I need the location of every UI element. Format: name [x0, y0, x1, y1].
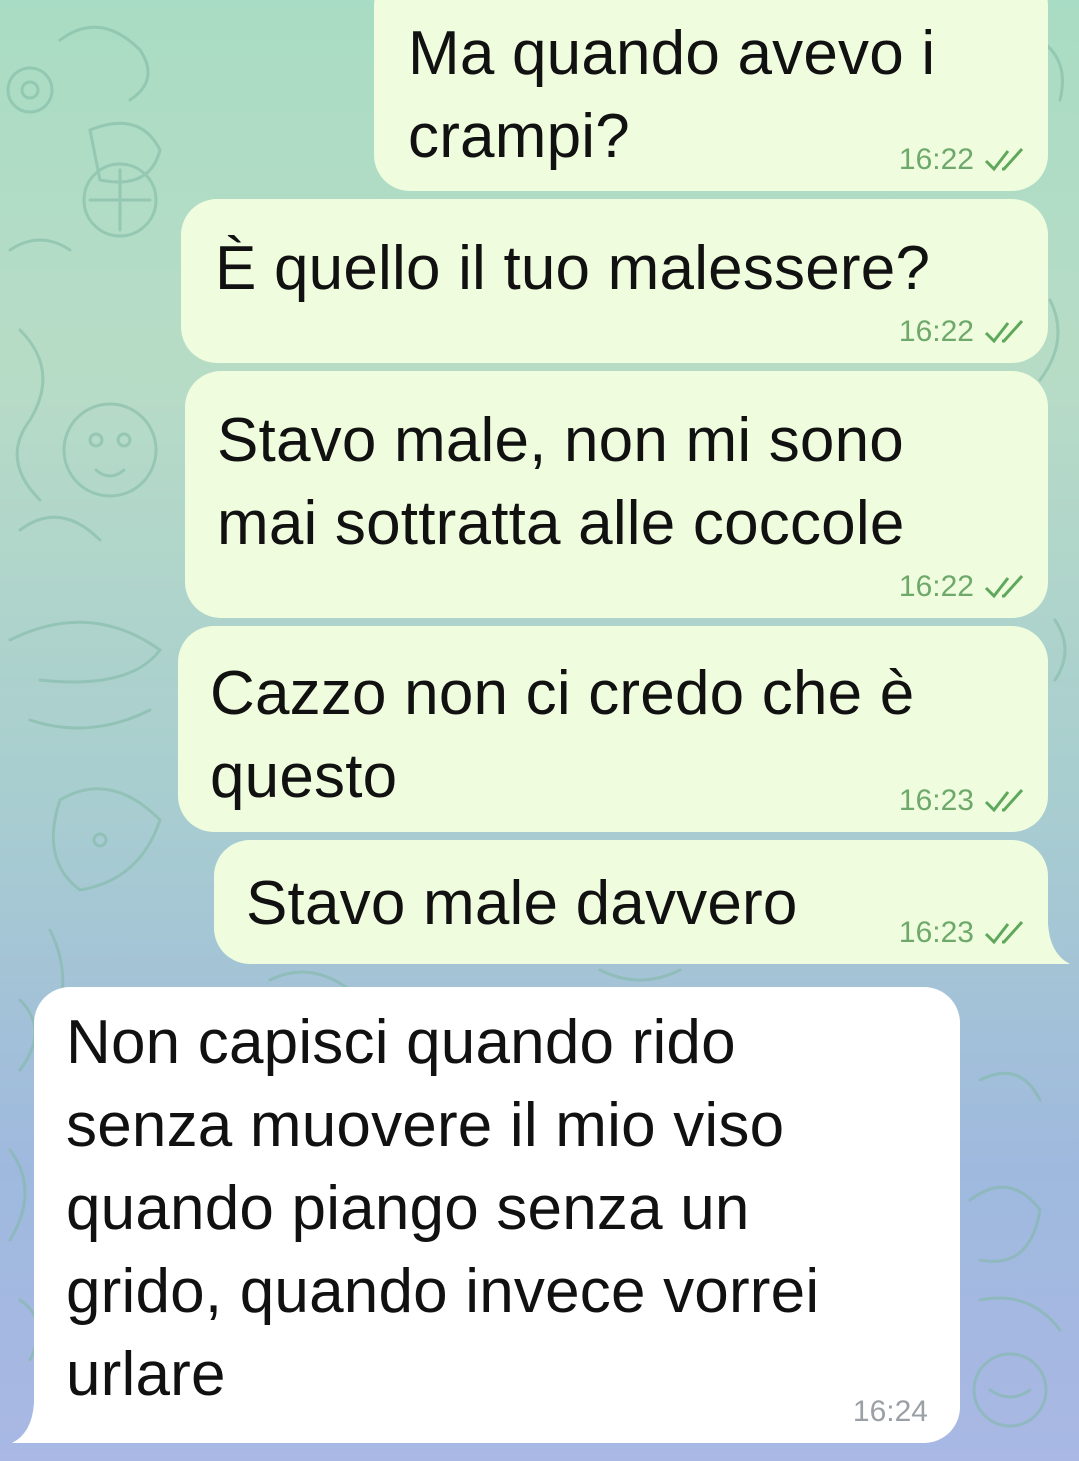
message-bubble-outgoing[interactable]: È quello il tuo malessere? 16:22	[181, 199, 1048, 363]
read-double-check-icon	[984, 147, 1024, 172]
message-text: Stavo male, non mi sono mai sottratta al…	[217, 406, 905, 558]
message-bubble-outgoing[interactable]: Stavo male davvero 16:23	[214, 840, 1048, 964]
bubble-tail	[1036, 924, 1070, 964]
message-bubble-incoming[interactable]: Non capisci quando rido senza muovere il…	[34, 987, 960, 1443]
message-time: 16:22	[898, 315, 974, 348]
read-double-check-icon	[984, 920, 1024, 945]
read-double-check-icon	[984, 319, 1024, 344]
message-text: È quello il tuo malessere?	[215, 234, 931, 303]
message-time: 16:23	[898, 916, 974, 949]
message-meta: 16:23	[899, 916, 1028, 950]
message-bubble-outgoing[interactable]: Cazzo non ci credo che è questo 16:23	[178, 626, 1048, 832]
message-time: 16:23	[898, 784, 974, 817]
message-text: Non capisci quando rido senza muovere il…	[66, 1008, 820, 1409]
message-time: 16:22	[898, 143, 974, 176]
message-time: 16:24	[852, 1395, 928, 1428]
message-text: Stavo male davvero	[246, 869, 798, 938]
message-meta: 16:22	[899, 143, 1028, 177]
read-double-check-icon	[984, 788, 1024, 813]
message-meta: 16:23	[899, 784, 1028, 818]
message-meta: 16:24	[853, 1395, 928, 1429]
message-meta: 16:22	[899, 315, 1028, 349]
message-bubble-outgoing[interactable]: Stavo male, non mi sono mai sottratta al…	[185, 371, 1048, 618]
read-double-check-icon	[984, 574, 1024, 599]
message-meta: 16:22	[899, 570, 1028, 604]
message-time: 16:22	[898, 570, 974, 603]
message-text: Cazzo non ci credo che è questo	[210, 659, 915, 811]
bubble-tail	[12, 1403, 46, 1443]
message-bubble-outgoing[interactable]: Ma quando avevo i crampi? 16:22	[374, 0, 1048, 191]
message-text: Ma quando avevo i crampi?	[408, 19, 936, 171]
